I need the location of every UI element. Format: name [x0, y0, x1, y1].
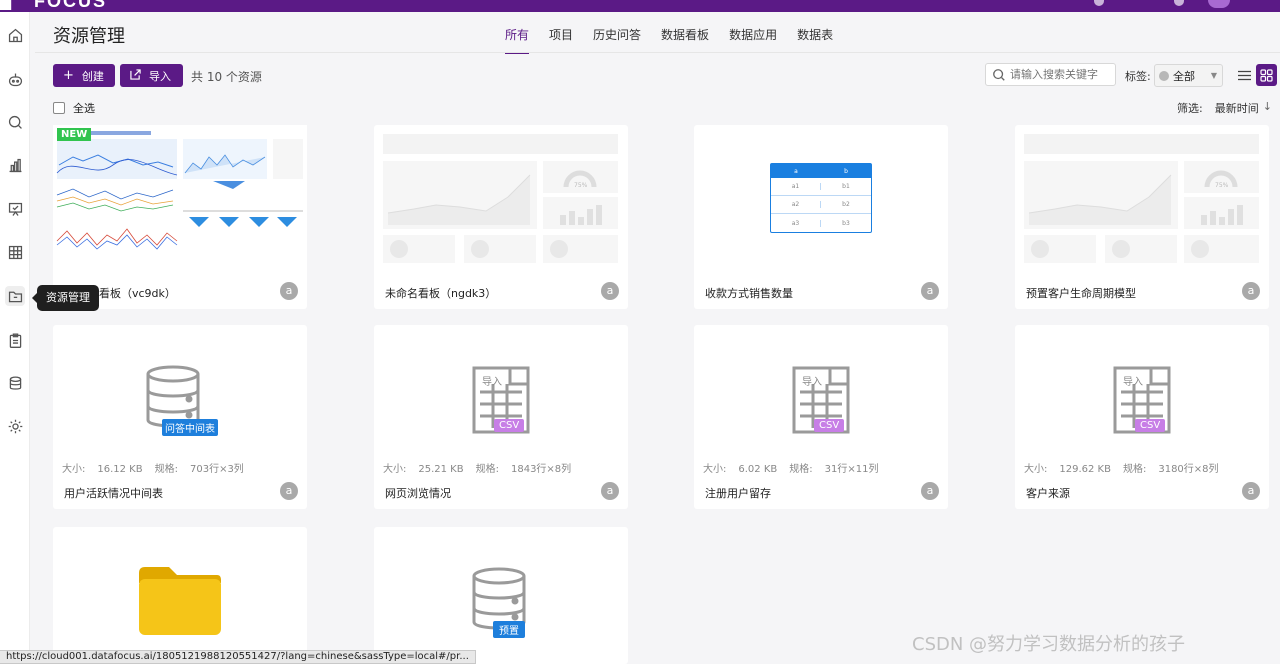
plus-icon: +	[63, 68, 74, 83]
resource-card[interactable]: 75% 预置客户生命周期模型 a	[1015, 125, 1269, 309]
card-name: 收款方式销售数量	[705, 287, 793, 300]
folder-icon	[137, 565, 223, 640]
tab-dashboard[interactable]: 数据看板	[651, 26, 719, 51]
gear-icon[interactable]	[5, 416, 25, 436]
new-badge: NEW	[57, 128, 92, 141]
owner-avatar: a	[601, 482, 619, 500]
sort-order-icon[interactable]: ↓	[1263, 100, 1272, 116]
import-label: 导入	[802, 377, 822, 388]
resource-meta: 大小: 25.21 KB 规格: 1843行×8列	[383, 464, 572, 475]
select-all[interactable]: 全选	[53, 100, 95, 116]
search-input[interactable]	[1010, 68, 1114, 81]
resource-meta: 大小: 129.62 KB 规格: 3180行×8列	[1024, 464, 1219, 475]
tag-select[interactable]: 全部 ▼	[1154, 64, 1223, 87]
resource-tabs: 所有 项目 历史问答 数据看板 数据应用 数据表	[505, 26, 843, 54]
page-title: 资源管理	[53, 26, 125, 47]
watermark: CSDN @努力学习数据分析的孩子	[912, 634, 1186, 655]
owner-avatar: a	[1242, 482, 1260, 500]
user-avatar[interactable]	[1208, 0, 1230, 8]
brand-logo-icon	[0, 0, 12, 10]
header-divider	[35, 52, 1280, 53]
tab-data-table[interactable]: 数据表	[787, 26, 843, 51]
notification-icon[interactable]	[1094, 0, 1104, 6]
folder-icon[interactable]	[5, 286, 25, 306]
resource-card[interactable]: a b a1 b1 a2 b2 a3 b3 收款方式销售数量 a	[694, 125, 948, 309]
dashboard-skeleton-thumbnail: 75%	[374, 125, 628, 265]
home-icon[interactable]	[5, 25, 25, 45]
search-box	[985, 63, 1116, 86]
owner-avatar: a	[921, 482, 939, 500]
brand-name: FOCUS	[34, 0, 107, 11]
import-label: 导入	[1123, 377, 1143, 388]
csv-badge: CSV	[1135, 419, 1166, 432]
gauge-label: 75%	[574, 182, 588, 189]
resource-card[interactable]: 问答中间表 大小: 16.12 KB 规格: 703行×3列 用户活跃情况中间表 a	[53, 325, 307, 509]
card-name: 用户活跃情况中间表	[64, 487, 163, 500]
resource-meta: 大小: 6.02 KB 规格: 31行×11列	[703, 464, 879, 475]
import-icon	[130, 68, 141, 83]
resource-card[interactable]: 导入 CSV 大小: 129.62 KB 规格: 3180行×8列 客户来源 a	[1015, 325, 1269, 509]
csv-badge: CSV	[494, 419, 525, 432]
sort-select[interactable]: 最新时间	[1215, 100, 1259, 116]
search-icon[interactable]	[5, 112, 25, 132]
owner-avatar: a	[1242, 282, 1260, 300]
resource-card[interactable]: 75% 未命名看板（ngdk3） a	[374, 125, 628, 309]
database-icon[interactable]	[5, 373, 25, 393]
tab-project[interactable]: 项目	[539, 26, 583, 51]
filter-label: 筛选:	[1177, 102, 1203, 115]
status-url-bar: https://cloud001.datafocus.ai/1805121988…	[0, 650, 476, 664]
tab-data-app[interactable]: 数据应用	[719, 26, 787, 51]
chevron-down-icon: ▼	[1210, 71, 1217, 80]
card-name: 看板（vc9dk）	[99, 287, 176, 300]
sidebar-tooltip: 资源管理	[32, 285, 99, 311]
select-all-checkbox[interactable]	[53, 102, 65, 114]
owner-avatar: a	[601, 282, 619, 300]
resource-meta: 大小: 16.12 KB 规格: 703行×3列	[62, 464, 244, 475]
tag-color-dot	[1159, 70, 1169, 81]
table-widget-thumbnail: a b a1 b1 a2 b2 a3 b3	[694, 125, 948, 265]
owner-avatar: a	[921, 282, 939, 300]
card-name: 网页浏览情况	[385, 487, 451, 500]
card-name: 注册用户留存	[705, 487, 771, 500]
tag-label: 标签:	[1125, 70, 1151, 83]
db-type-badge: 预置	[493, 621, 525, 638]
resource-count: 共 10 个资源	[191, 70, 262, 84]
import-label: 导入	[482, 377, 502, 388]
robot-icon[interactable]	[5, 69, 25, 89]
resource-card[interactable]: 导入 CSV 大小: 6.02 KB 规格: 31行×11列 注册用户留存 a	[694, 325, 948, 509]
dashboard-thumbnail	[53, 125, 307, 265]
gauge-label: 75%	[1215, 182, 1229, 189]
grid-view-icon[interactable]	[1256, 64, 1277, 86]
clipboard-icon[interactable]	[5, 330, 25, 350]
tab-history-qa[interactable]: 历史问答	[583, 26, 651, 51]
grid-table-icon[interactable]	[5, 242, 25, 262]
db-type-badge: 问答中间表	[162, 419, 218, 436]
card-name: 客户来源	[1026, 487, 1070, 500]
presentation-icon[interactable]	[5, 199, 25, 219]
create-button[interactable]: + 创建	[53, 64, 115, 87]
csv-badge: CSV	[814, 419, 845, 432]
search-icon	[993, 68, 1005, 81]
owner-avatar: a	[280, 282, 298, 300]
import-button[interactable]: 导入	[120, 64, 183, 87]
owner-avatar: a	[280, 482, 298, 500]
list-view-icon[interactable]	[1234, 64, 1254, 86]
top-brand-bar: FOCUS	[0, 0, 1280, 12]
chart-icon[interactable]	[5, 155, 25, 175]
help-icon[interactable]	[1174, 0, 1184, 6]
resource-card[interactable]: 预置	[374, 527, 628, 664]
resource-card[interactable]: NEW 看板（vc9dk） a	[53, 125, 307, 309]
sidebar	[0, 12, 30, 664]
sort-area: 筛选: 最新时间 ↓	[1177, 100, 1272, 116]
resource-card[interactable]	[53, 527, 307, 664]
dashboard-skeleton-thumbnail: 75%	[1015, 125, 1269, 265]
tab-all[interactable]: 所有	[505, 26, 539, 54]
card-name: 未命名看板（ngdk3）	[385, 287, 497, 300]
card-name: 预置客户生命周期模型	[1026, 287, 1136, 300]
resource-card[interactable]: 导入 CSV 大小: 25.21 KB 规格: 1843行×8列 网页浏览情况 a	[374, 325, 628, 509]
